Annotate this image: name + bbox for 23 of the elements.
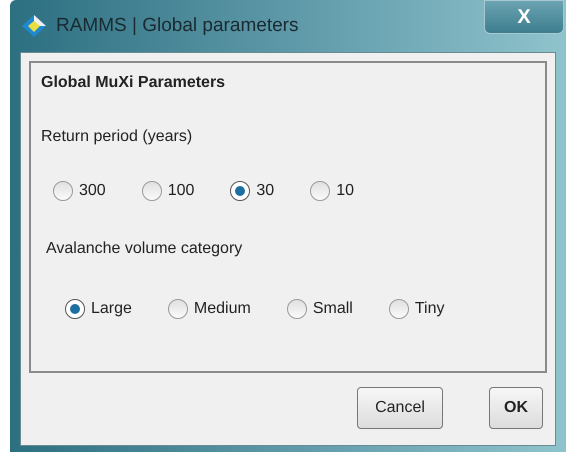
radio-label: Large [91, 299, 132, 319]
radio-button[interactable] [142, 181, 162, 201]
close-button[interactable]: X [484, 0, 564, 34]
radio-button[interactable] [53, 181, 73, 201]
radio-label: 300 [79, 181, 106, 201]
radio-label: 100 [168, 181, 194, 201]
radio-label: Tiny [414, 299, 444, 319]
group-label: Avalanche volume category [46, 239, 242, 259]
radio-label: Small [312, 299, 353, 319]
radio-button[interactable] [168, 299, 188, 319]
radio-button[interactable] [388, 299, 409, 319]
radio-label: 10 [336, 181, 354, 201]
radio-button[interactable] [310, 181, 330, 201]
radio-button[interactable] [230, 181, 250, 201]
radio-label: Medium [194, 299, 251, 319]
radio-label: 30 [256, 181, 274, 201]
group-label: Return period (years) [41, 127, 192, 147]
panel-heading: Global MuXi Parameters [41, 73, 226, 93]
ok-button[interactable]: OK [489, 387, 543, 429]
radio-button[interactable] [286, 299, 307, 319]
radio-button[interactable] [65, 299, 85, 319]
cancel-button[interactable]: Cancel [357, 387, 443, 429]
window-title: RAMMS | Global parameters [56, 14, 299, 38]
